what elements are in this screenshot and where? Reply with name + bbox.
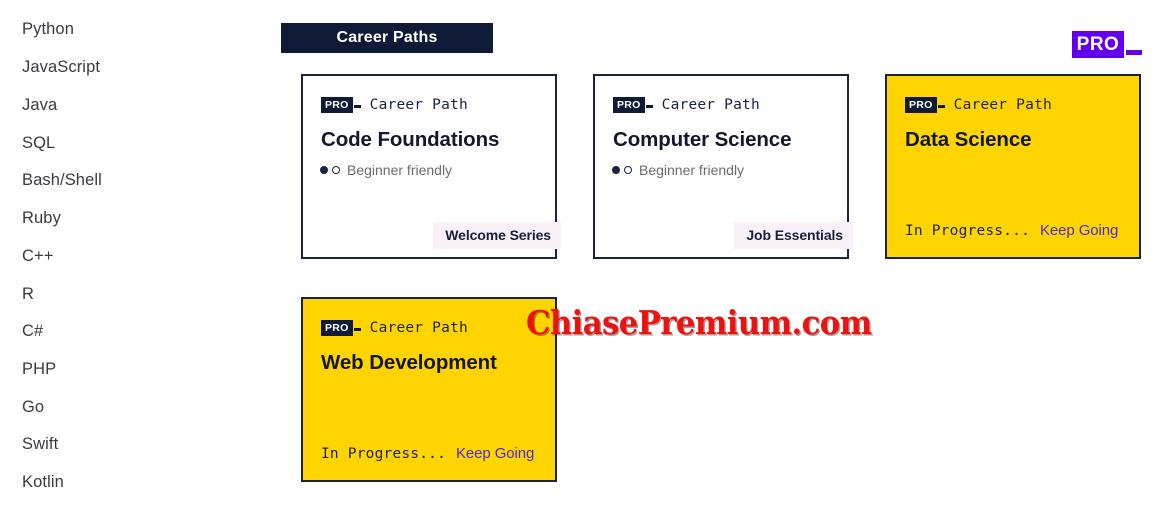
card-series-tag: Job Essentials [734, 222, 853, 249]
pro-badge-label: PRO [1076, 34, 1120, 55]
career-path-card[interactable]: PRO Career Path Computer Science Beginner f… [593, 74, 853, 259]
card-series-tag: Welcome Series [433, 222, 561, 249]
card-header: PRO Career Path [905, 96, 1052, 114]
sidebar-item-r[interactable]: R [22, 286, 34, 303]
card-title: Computer Science [613, 128, 792, 151]
sidebar-item-python[interactable]: Python [22, 21, 74, 38]
card-kicker: Career Path [369, 97, 468, 113]
sidebar-item-sql[interactable]: SQL [22, 135, 55, 152]
card-header: PRO Career Path [321, 96, 468, 114]
career-path-card[interactable]: PRO Career Path Code Foundations Beginner f… [301, 74, 561, 259]
difficulty-label: Beginner friendly [639, 162, 745, 178]
difficulty-dot-hollow-icon [332, 166, 340, 174]
difficulty-indicator: Beginner friendly [320, 162, 452, 178]
card-progress-row: In Progress... Keep Going [905, 222, 1118, 239]
terminal-cursor-icon [353, 328, 361, 331]
pro-chip: PRO [905, 96, 937, 114]
keep-going-link[interactable]: Keep Going [456, 445, 534, 462]
terminal-cursor-icon [645, 105, 653, 108]
card-progress-row: In Progress... Keep Going [321, 445, 534, 462]
pro-badge-cursor-icon [1126, 50, 1142, 55]
tab-career-paths[interactable]: Career Paths [281, 23, 493, 53]
sidebar-item-swift[interactable]: Swift [22, 436, 58, 453]
career-path-card[interactable]: PRO Career Path Data Science In Progress...… [885, 74, 1141, 259]
card-kicker: Career Path [661, 97, 760, 113]
card-kicker: Career Path [953, 97, 1052, 113]
tab-career-paths-label: Career Paths [336, 29, 438, 46]
terminal-cursor-icon [353, 105, 361, 108]
card-header: PRO Career Path [613, 96, 760, 114]
difficulty-dot-filled-icon [612, 166, 620, 174]
watermark-text: ChiasePremium.com [526, 303, 872, 342]
difficulty-label: Beginner friendly [347, 162, 453, 178]
sidebar-item-ruby[interactable]: Ruby [22, 210, 61, 227]
language-sidebar: Python JavaScript Java SQL Bash/Shell Ruby C++… [0, 0, 270, 510]
pro-chip: PRO [321, 319, 353, 337]
pro-badge[interactable]: PRO [1072, 31, 1124, 58]
card-header: PRO Career Path [321, 319, 468, 337]
career-path-card[interactable]: PRO Career Path Web Development In Progress… [301, 297, 557, 482]
progress-status-text: In Progress... [321, 446, 447, 462]
sidebar-item-kotlin[interactable]: Kotlin [22, 474, 64, 491]
pro-chip: PRO [613, 96, 645, 114]
difficulty-dot-filled-icon [320, 166, 328, 174]
sidebar-item-go[interactable]: Go [22, 399, 44, 416]
sidebar-item-javascript[interactable]: JavaScript [22, 59, 100, 76]
card-title: Code Foundations [321, 128, 500, 151]
sidebar-item-bash-shell[interactable]: Bash/Shell [22, 172, 102, 189]
card-title: Web Development [321, 351, 497, 374]
sidebar-item-c[interactable]: C++ [22, 248, 54, 265]
difficulty-indicator: Beginner friendly [612, 162, 744, 178]
card-kicker: Career Path [369, 320, 468, 336]
keep-going-link[interactable]: Keep Going [1040, 222, 1118, 239]
card-title: Data Science [905, 128, 1032, 151]
progress-status-text: In Progress... [905, 223, 1031, 239]
sidebar-item-c[interactable]: C# [22, 323, 43, 340]
sidebar-item-php[interactable]: PHP [22, 361, 56, 378]
difficulty-dot-hollow-icon [624, 166, 632, 174]
terminal-cursor-icon [937, 105, 945, 108]
sidebar-item-java[interactable]: Java [22, 97, 57, 114]
pro-chip: PRO [321, 96, 353, 114]
